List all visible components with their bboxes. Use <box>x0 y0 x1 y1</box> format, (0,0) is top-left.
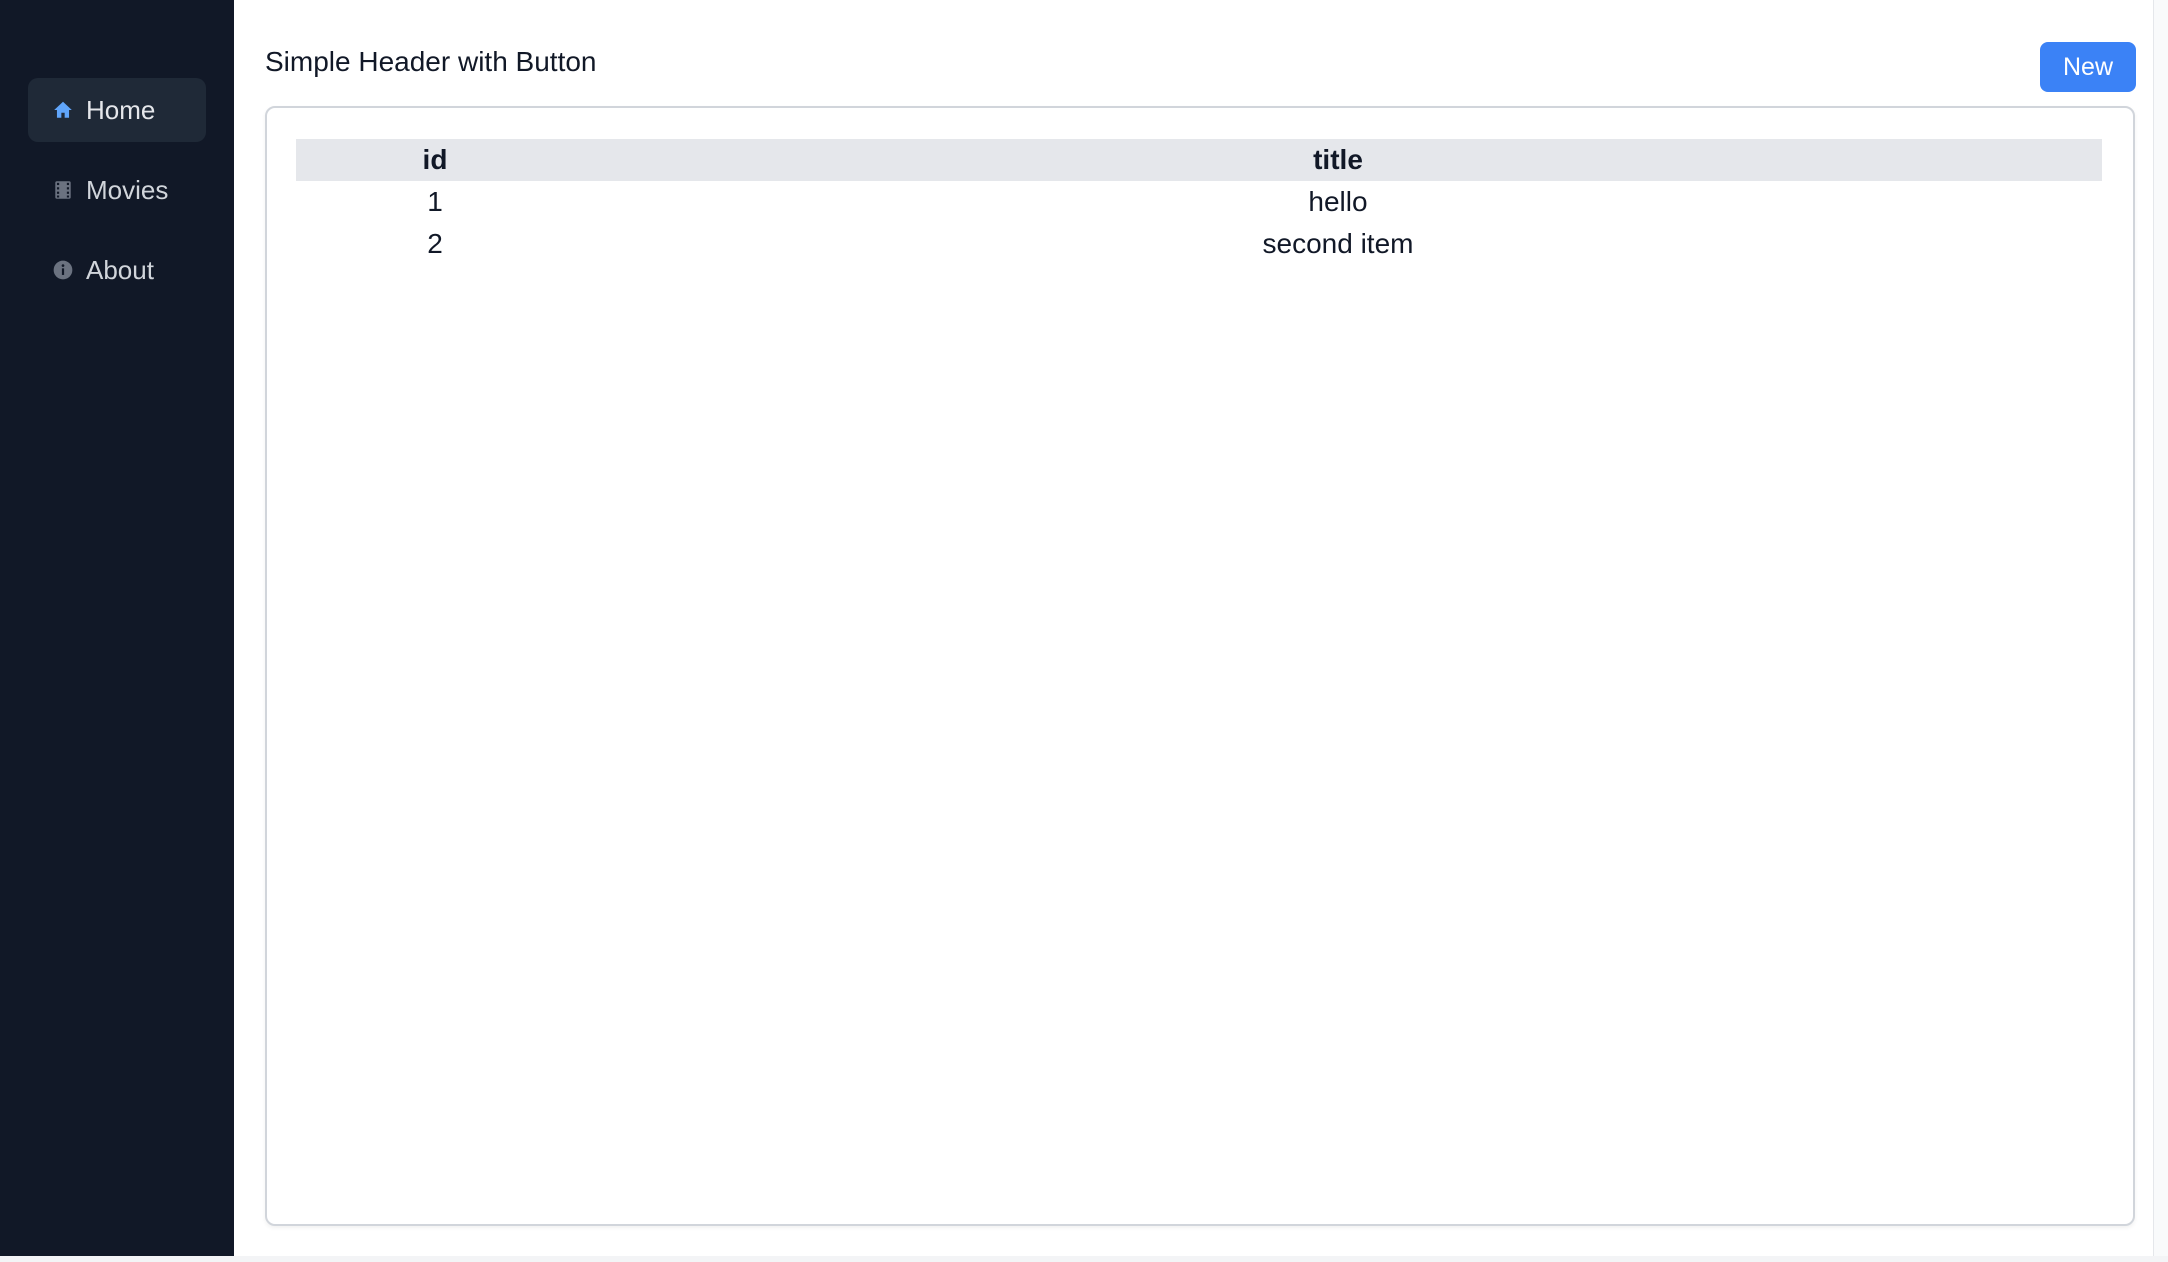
cell-id: 1 <box>427 186 443 217</box>
app-window: Home Movies About Simple Header with But… <box>0 0 2168 1256</box>
sidebar-item-label: Movies <box>86 174 169 205</box>
cell-id: 2 <box>427 228 443 259</box>
sidebar-item-home[interactable]: Home <box>28 78 206 142</box>
column-header-id[interactable]: id <box>296 139 574 181</box>
data-table: id title 1 hello 2 second item <box>296 139 2102 265</box>
cell-title: hello <box>1308 186 1368 217</box>
table-row[interactable]: 1 hello <box>296 181 2102 223</box>
sidebar-item-label: About <box>86 254 154 285</box>
home-icon <box>52 99 74 121</box>
main-content: Simple Header with Button New id title 1… <box>234 0 2168 1256</box>
table-header-row: id title <box>296 139 2102 181</box>
sidebar: Home Movies About <box>0 0 234 1256</box>
table-panel: id title 1 hello 2 second item <box>265 106 2135 1226</box>
sidebar-item-movies[interactable]: Movies <box>28 158 206 222</box>
info-icon <box>52 259 74 281</box>
new-button[interactable]: New <box>2040 42 2136 92</box>
table-row[interactable]: 2 second item <box>296 223 2102 265</box>
page-title: Simple Header with Button <box>265 46 597 77</box>
film-icon <box>52 179 74 201</box>
sidebar-item-about[interactable]: About <box>28 238 206 302</box>
column-header-title[interactable]: title <box>574 139 2102 181</box>
sidebar-item-label: Home <box>86 94 156 125</box>
scrollbar-track[interactable] <box>2153 0 2168 1256</box>
cell-title: second item <box>1262 228 1414 259</box>
